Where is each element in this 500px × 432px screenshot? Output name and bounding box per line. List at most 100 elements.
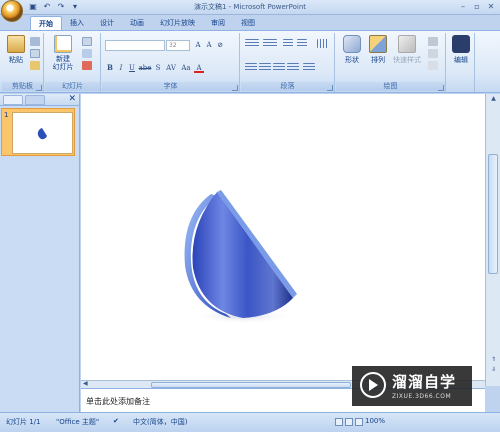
slide-canvas[interactable]	[81, 94, 485, 380]
shrink-font-icon[interactable]: A	[204, 40, 214, 50]
prev-slide-icon[interactable]: ⇑	[489, 356, 498, 363]
underline-button[interactable]: U	[127, 63, 137, 73]
shape-effects-icon[interactable]	[428, 61, 438, 70]
tab-design[interactable]: 设计	[92, 16, 122, 30]
bullets-icon[interactable]	[245, 39, 259, 48]
normal-view-icon[interactable]	[335, 418, 343, 426]
office-button[interactable]	[1, 0, 23, 22]
half-cylinder-shape[interactable]	[181, 186, 301, 326]
paragraph-launcher-icon[interactable]	[327, 85, 333, 91]
new-slide-icon	[54, 35, 72, 53]
font-size-combo[interactable]: 32	[166, 40, 190, 51]
change-case-button[interactable]: Aa	[179, 63, 193, 73]
play-icon	[369, 379, 378, 391]
vertical-scrollbar[interactable]: ▲ ⇑ ⇓	[485, 94, 500, 386]
format-painter-icon[interactable]	[30, 61, 40, 70]
view-buttons	[335, 418, 363, 426]
editing-group: 编辑	[447, 33, 475, 92]
new-slide-button[interactable]: 新建 幻灯片	[49, 35, 77, 71]
scroll-up-icon[interactable]: ▲	[489, 95, 498, 102]
paste-button[interactable]: 粘贴	[4, 35, 28, 65]
slides-label: 幻灯片	[45, 82, 100, 91]
editing-button[interactable]: 编辑	[449, 35, 473, 65]
arrange-button[interactable]: 排列	[366, 35, 390, 65]
numbering-icon[interactable]	[263, 39, 277, 48]
minimize-icon[interactable]: –	[456, 1, 470, 12]
columns-icon[interactable]	[303, 63, 315, 72]
next-slide-icon[interactable]: ⇓	[489, 366, 498, 373]
paste-icon	[7, 35, 25, 53]
font-group: 32 A A ⊘ B I U abe S AV Aa A 字体	[102, 33, 240, 92]
delete-slide-icon[interactable]	[82, 61, 92, 70]
ribbon: 粘贴 剪贴板 新建 幻灯片 幻灯片 32 A A ⊘ B I U abe S A…	[0, 30, 500, 93]
maximize-icon[interactable]: ▫	[470, 1, 484, 12]
tab-view[interactable]: 视图	[233, 16, 263, 30]
clear-format-icon[interactable]: ⊘	[215, 40, 225, 50]
format-row: B I U abe S AV Aa A	[105, 63, 204, 73]
language-indicator: 中文(简体，中国)	[133, 418, 188, 426]
shape-outline-icon[interactable]	[428, 49, 438, 58]
slides-panel: ✕ 1	[0, 94, 80, 412]
drawing-group: 形状 排列 快速样式 绘图	[336, 33, 446, 92]
zoom-level[interactable]: 100%	[365, 417, 385, 425]
shadow-button[interactable]: S	[153, 63, 163, 73]
paragraph-group: 段落	[241, 33, 335, 92]
slide-thumbnail-canvas	[12, 112, 73, 154]
font-name-combo[interactable]	[105, 40, 165, 51]
drawing-launcher-icon[interactable]	[438, 85, 444, 91]
strikethrough-button[interactable]: abe	[138, 63, 152, 73]
watermark-brand: 溜溜自学	[392, 373, 457, 391]
tab-slides[interactable]	[3, 95, 23, 105]
shapes-button[interactable]: 形状	[340, 35, 364, 65]
layout-icon[interactable]	[82, 37, 92, 46]
clipboard-launcher-icon[interactable]	[36, 85, 42, 91]
slides-group: 新建 幻灯片 幻灯片	[45, 33, 101, 92]
ribbon-tabs: 开始 插入 设计 动画 幻灯片放映 审阅 视图	[30, 16, 263, 30]
scroll-left-icon[interactable]: ◀	[83, 380, 88, 387]
shape-fill-icon[interactable]	[428, 37, 438, 46]
slide-thumbnail[interactable]: 1	[1, 108, 75, 156]
copy-icon[interactable]	[30, 49, 40, 58]
panel-tabs: ✕	[0, 94, 79, 106]
quick-styles-icon	[398, 35, 416, 53]
grow-font-icon[interactable]: A	[193, 40, 203, 50]
close-icon[interactable]: ✕	[484, 1, 498, 12]
watermark-logo: 溜溜自学 ZIXUE.3D66.COM	[352, 366, 472, 406]
reset-icon[interactable]	[82, 49, 92, 58]
align-center-icon[interactable]	[259, 63, 271, 72]
tab-review[interactable]: 审阅	[203, 16, 233, 30]
quick-styles-button[interactable]: 快速样式	[392, 35, 422, 65]
font-launcher-icon[interactable]	[232, 85, 238, 91]
justify-icon[interactable]	[287, 63, 299, 72]
quick-styles-label: 快速样式	[393, 56, 421, 64]
align-right-icon[interactable]	[273, 63, 285, 72]
sorter-view-icon[interactable]	[345, 418, 353, 426]
title-bar: ▣ ↶ ↷ ▾ 演示文稿1 - Microsoft PowerPoint – ▫…	[0, 0, 500, 22]
tab-insert[interactable]: 插入	[62, 16, 92, 30]
spacing-button[interactable]: AV	[164, 63, 178, 73]
watermark-url: ZIXUE.3D66.COM	[392, 393, 452, 400]
drawing-label: 绘图	[336, 82, 445, 91]
slideshow-view-icon[interactable]	[355, 418, 363, 426]
decrease-indent-icon[interactable]	[283, 39, 293, 48]
slide-number: 1	[4, 111, 9, 119]
align-left-icon[interactable]	[245, 63, 257, 72]
cut-icon[interactable]	[30, 37, 40, 46]
arrange-label: 排列	[371, 56, 385, 64]
shapes-icon	[343, 35, 361, 53]
italic-button[interactable]: I	[116, 63, 126, 73]
tab-outline[interactable]	[25, 95, 45, 105]
increase-indent-icon[interactable]	[297, 39, 307, 48]
tab-home[interactable]: 开始	[30, 16, 62, 30]
paragraph-label: 段落	[241, 82, 334, 91]
tab-animation[interactable]: 动画	[122, 16, 152, 30]
tab-slideshow[interactable]: 幻灯片放映	[152, 16, 203, 30]
thumbnail-shape	[37, 128, 47, 140]
bold-button[interactable]: B	[105, 63, 115, 73]
close-icon[interactable]: ✕	[68, 94, 76, 105]
spellcheck-icon[interactable]: ✔	[113, 417, 119, 425]
vertical-scroll-thumb[interactable]	[488, 154, 498, 274]
editing-label: 编辑	[454, 56, 468, 64]
font-color-button[interactable]: A	[194, 63, 204, 73]
text-direction-icon[interactable]	[317, 39, 329, 48]
